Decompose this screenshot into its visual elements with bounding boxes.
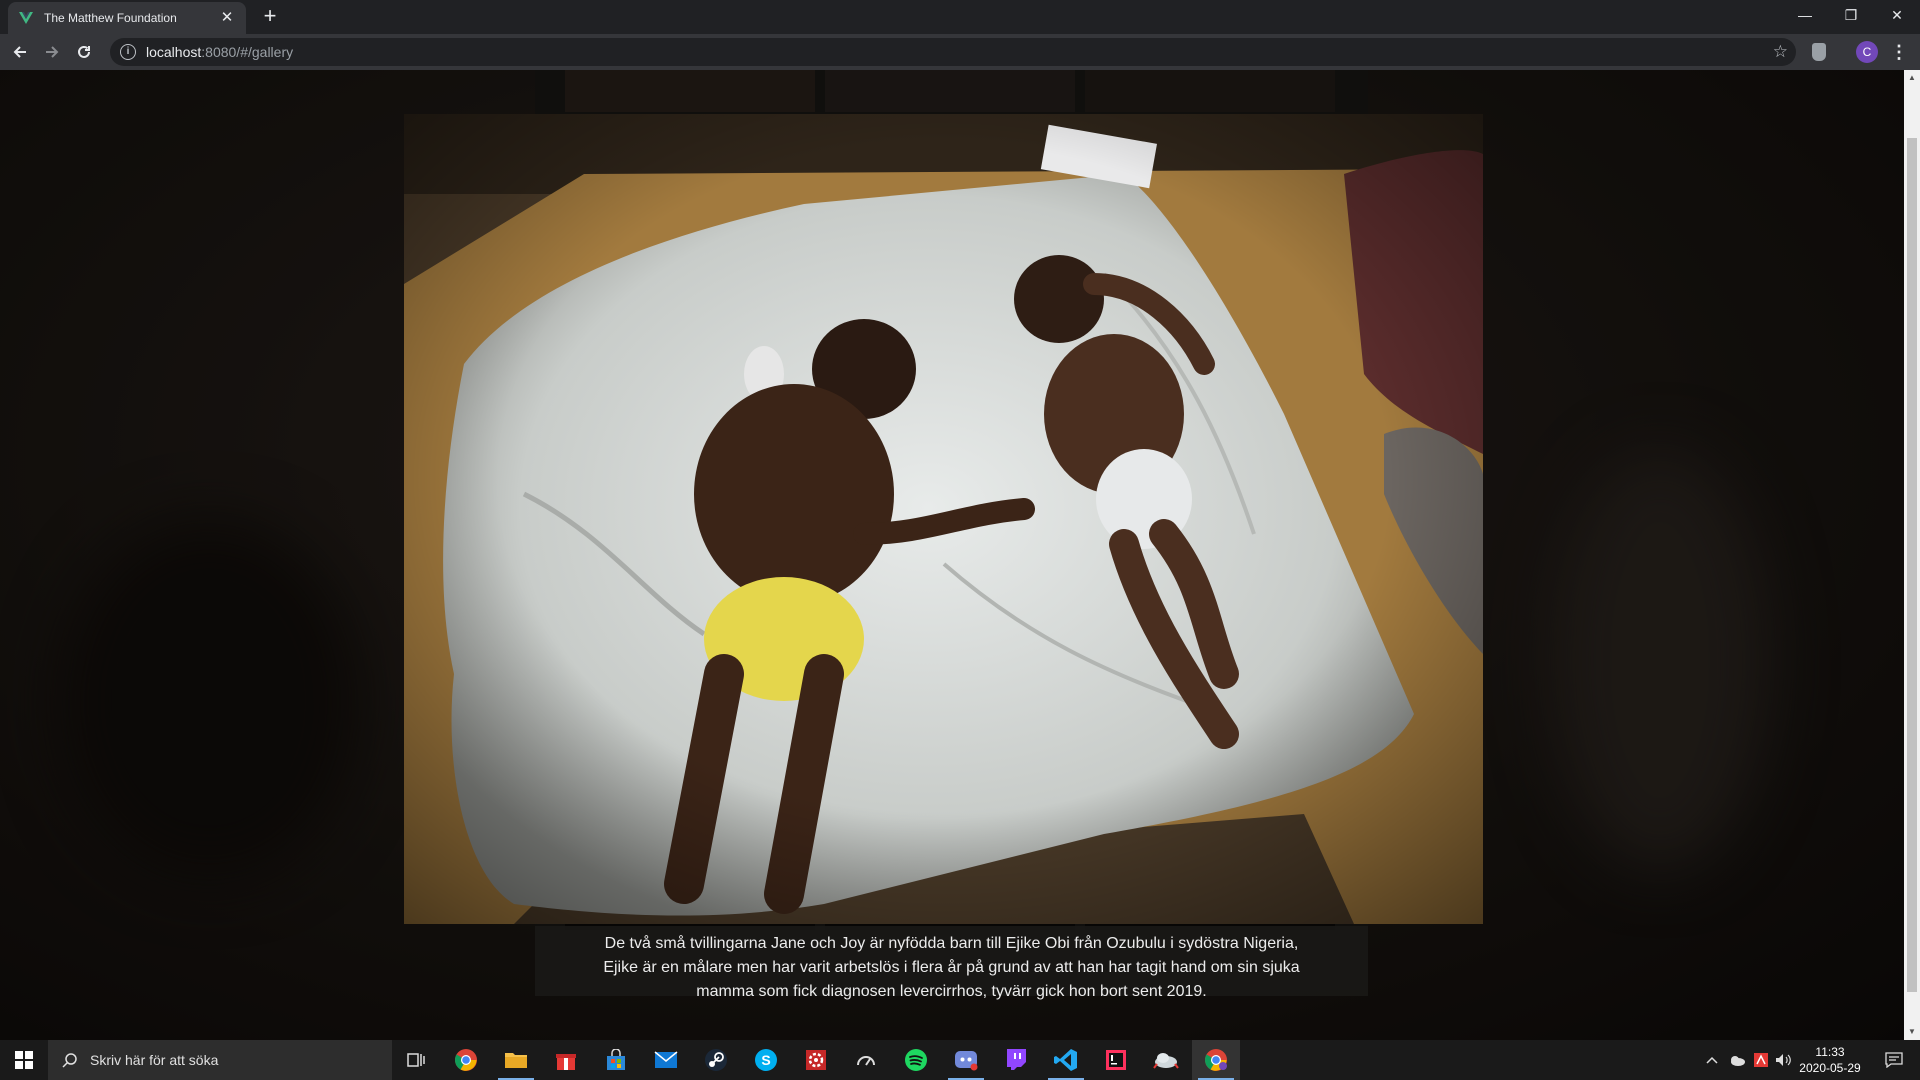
windows-logo-icon [15,1051,33,1069]
clock-time: 11:33 [1815,1045,1845,1059]
url-path: :8080/#/gallery [201,44,294,60]
chrome-canary-icon[interactable] [1192,1040,1240,1080]
steam-icon[interactable] [692,1040,740,1080]
tab-close-icon[interactable]: ✕ [218,9,236,27]
reload-icon [78,45,90,58]
windows-taskbar: Skriv här för att söka S 11:33 2020-05-2… [0,1040,1920,1080]
twitch-icon[interactable] [992,1040,1040,1080]
window-controls: — ❐ ✕ [1782,0,1920,30]
skype-icon[interactable]: S [742,1040,790,1080]
scroll-down-arrow-icon[interactable]: ▼ [1904,1024,1920,1040]
bookmark-star-icon[interactable]: ☆ [1773,42,1788,62]
search-placeholder: Skriv här för att söka [90,1052,219,1068]
settings-gear-icon[interactable] [792,1040,840,1080]
search-icon [62,1053,77,1068]
scroll-up-arrow-icon[interactable]: ▲ [1904,70,1920,86]
new-tab-button[interactable]: + [258,5,282,29]
action-center-icon[interactable] [1872,1040,1916,1080]
show-hidden-icons-icon[interactable] [1700,1040,1724,1080]
caption-line: mamma som fick diagnosen levercirrhos, t… [696,983,1207,1000]
url-host: localhost [146,44,202,60]
address-bar[interactable]: i localhost :8080/#/gallery ☆ [110,38,1796,66]
intellij-icon[interactable] [1092,1040,1140,1080]
minimize-button[interactable]: — [1782,0,1828,30]
back-button[interactable] [8,40,32,64]
antivirus-icon[interactable] [1750,1040,1772,1080]
speedometer-icon[interactable] [842,1040,890,1080]
cloud-app-icon[interactable] [1142,1040,1190,1080]
store-icon[interactable] [592,1040,640,1080]
photo-caption: De två små tvillingarna Jane och Joy är … [535,932,1368,1004]
svg-text:S: S [761,1052,770,1068]
caption-line: Ejike är en målare men har varit arbetsl… [603,959,1300,976]
extension-icon[interactable] [1812,43,1826,61]
tab-title: The Matthew Foundation [44,11,177,25]
site-info-icon[interactable]: i [120,44,136,60]
page-scrollbar[interactable]: ▲ ▼ [1904,70,1920,1040]
taskbar-clock[interactable]: 11:33 2020-05-29 [1786,1044,1874,1076]
close-window-button[interactable]: ✕ [1874,0,1920,30]
photo-illustration [404,114,1483,924]
onedrive-icon[interactable] [1726,1040,1748,1080]
gift-app-icon[interactable] [542,1040,590,1080]
vscode-icon[interactable] [1042,1040,1090,1080]
profile-avatar[interactable]: C [1856,41,1878,63]
browser-menu-icon[interactable]: ⋮ [1888,42,1910,62]
restore-button[interactable]: ❐ [1828,0,1874,30]
browser-titlebar: The Matthew Foundation ✕ + — ❐ ✕ [0,0,1920,34]
file-explorer-icon[interactable] [492,1040,540,1080]
start-button[interactable] [0,1040,48,1080]
photo-caption-box: De två små tvillingarna Jane och Joy är … [535,926,1368,1000]
back-arrow-icon [13,46,26,58]
page-viewport: De två små tvillingarna Jane och Joy är … [0,70,1904,1040]
caption-line: De två små tvillingarna Jane och Joy är … [604,935,1299,952]
clock-date: 2020-05-29 [1799,1061,1861,1075]
browser-tab-active[interactable]: The Matthew Foundation ✕ [8,2,246,34]
browser-toolbar: i localhost :8080/#/gallery ☆ C ⋮ [0,34,1920,70]
chrome-icon[interactable] [442,1040,490,1080]
task-view-icon[interactable] [392,1040,440,1080]
vue-favicon-icon [19,12,33,24]
spotify-icon[interactable] [892,1040,940,1080]
mail-icon[interactable] [642,1040,690,1080]
lightbox-photo [404,114,1483,924]
forward-button[interactable] [40,40,64,64]
forward-arrow-icon [46,46,59,58]
scroll-thumb[interactable] [1907,138,1917,992]
reload-button[interactable] [72,40,96,64]
discord-icon[interactable] [942,1040,990,1080]
taskbar-search[interactable]: Skriv här för att söka [48,1040,392,1080]
